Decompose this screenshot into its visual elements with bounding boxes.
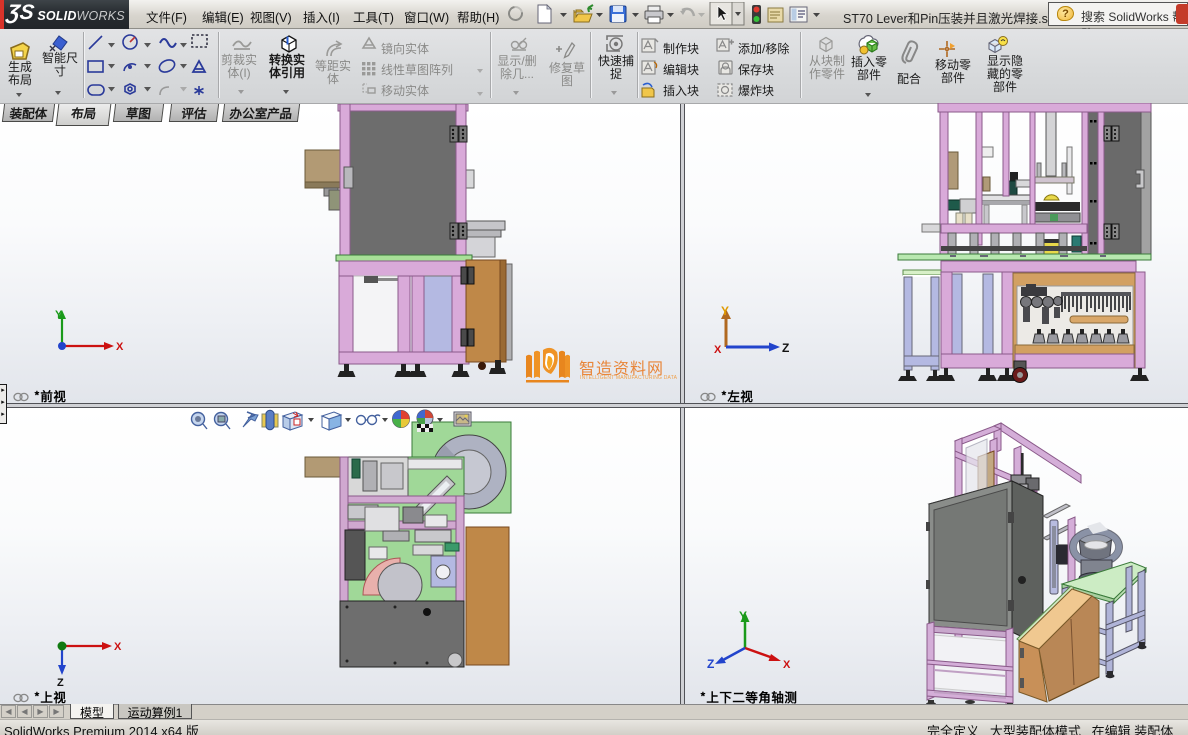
svg-text:Z: Z	[782, 341, 789, 355]
svg-text:Y: Y	[739, 609, 747, 623]
svg-text:X: X	[783, 659, 791, 668]
svg-text:Y: Y	[55, 309, 63, 321]
svg-text:Z: Z	[57, 677, 64, 688]
svg-text:X: X	[114, 641, 122, 653]
svg-text:Y: Y	[721, 305, 729, 318]
svg-text:Z: Z	[707, 657, 714, 668]
svg-text:X: X	[116, 341, 124, 353]
svg-text:X: X	[714, 344, 722, 356]
